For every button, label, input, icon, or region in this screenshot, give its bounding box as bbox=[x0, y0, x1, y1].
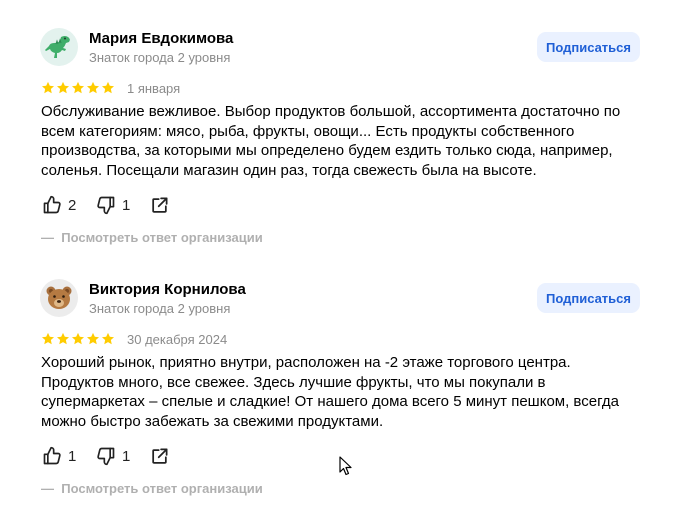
star-icon bbox=[86, 81, 100, 94]
dislike-button[interactable]: 1 bbox=[96, 194, 130, 216]
star-icon bbox=[71, 332, 85, 345]
star-icon bbox=[41, 332, 55, 345]
thumbs-down-icon bbox=[97, 447, 115, 466]
author-level: Знаток города 2 уровня bbox=[89, 301, 231, 316]
star-icon bbox=[56, 332, 70, 345]
star-icon bbox=[71, 81, 85, 94]
dislike-count: 1 bbox=[122, 447, 131, 465]
star-icon bbox=[86, 332, 100, 345]
like-button[interactable]: 2 bbox=[42, 194, 76, 216]
rating-stars bbox=[41, 81, 115, 95]
share-icon bbox=[152, 448, 168, 464]
star-icon bbox=[101, 81, 115, 94]
subscribe-button[interactable]: Подписаться bbox=[537, 283, 640, 313]
review-card: Виктория Корнилова Знаток города 2 уровн… bbox=[0, 251, 677, 521]
avatar[interactable] bbox=[40, 28, 78, 66]
view-org-reply-link[interactable]: — Посмотреть ответ организации bbox=[41, 481, 263, 496]
bear-icon bbox=[46, 286, 72, 309]
like-count: 1 bbox=[68, 447, 77, 465]
star-icon bbox=[41, 81, 55, 94]
review-card: Мария Евдокимова Знаток города 2 уровня … bbox=[0, 0, 677, 260]
like-button[interactable]: 1 bbox=[42, 445, 76, 467]
subscribe-button[interactable]: Подписаться bbox=[537, 32, 640, 62]
dash-divider: — bbox=[41, 230, 62, 245]
dinosaur-icon bbox=[45, 36, 70, 58]
share-button[interactable] bbox=[150, 445, 169, 467]
avatar[interactable] bbox=[40, 279, 78, 317]
author-name[interactable]: Мария Евдокимова bbox=[89, 30, 233, 47]
like-count: 2 bbox=[68, 196, 77, 214]
review-date: 30 декабря 2024 bbox=[127, 332, 228, 347]
review-text: Хороший рынок, приятно внутри, расположе… bbox=[41, 354, 619, 430]
mouse-pointer-icon bbox=[339, 456, 352, 476]
thumbs-up-icon bbox=[43, 195, 61, 214]
author-name[interactable]: Виктория Корнилова bbox=[89, 281, 246, 298]
dash-divider: — bbox=[41, 481, 62, 496]
dislike-count: 1 bbox=[122, 196, 131, 214]
dislike-button[interactable]: 1 bbox=[96, 445, 130, 467]
share-button[interactable] bbox=[150, 194, 169, 216]
share-icon bbox=[152, 197, 168, 213]
star-icon bbox=[56, 81, 70, 94]
view-org-reply-link[interactable]: — Посмотреть ответ организации bbox=[41, 230, 263, 245]
org-reply-label: Посмотреть ответ организации bbox=[61, 481, 263, 496]
review-text: Обслуживание вежливое. Выбор продуктов б… bbox=[41, 103, 621, 179]
org-reply-label: Посмотреть ответ организации bbox=[61, 230, 263, 245]
star-icon bbox=[101, 332, 115, 345]
author-level: Знаток города 2 уровня bbox=[89, 50, 231, 65]
thumbs-up-icon bbox=[43, 446, 61, 465]
rating-stars bbox=[41, 332, 115, 346]
review-date: 1 января bbox=[127, 81, 181, 96]
thumbs-down-icon bbox=[97, 196, 115, 215]
